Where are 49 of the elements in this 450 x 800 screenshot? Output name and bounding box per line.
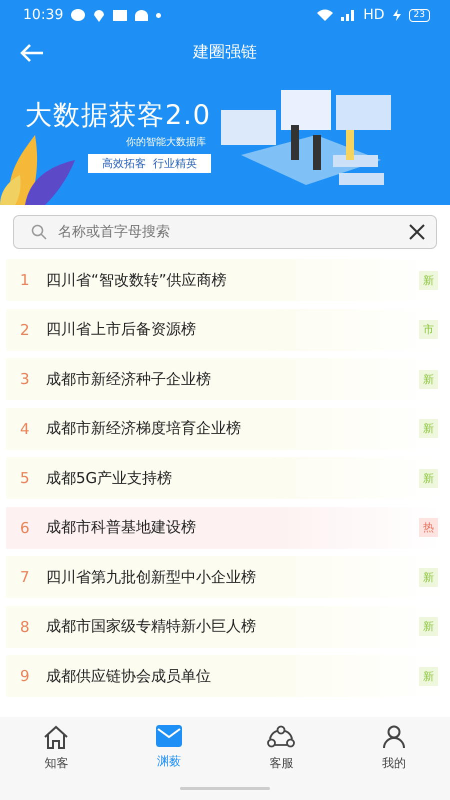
status-tag: 新 — [419, 270, 438, 290]
list-title: 成都市科普基地建设榜 — [46, 518, 197, 537]
rank-number: 2 — [20, 320, 31, 338]
tab-item[interactable]: 客服 — [225, 725, 338, 772]
list-title: 成都市国家级专精特新小巨人榜 — [46, 617, 257, 636]
tab-item[interactable]: 知客 — [0, 725, 112, 772]
list-title: 四川省“智改数转”供应商榜 — [46, 270, 228, 290]
list-title: 成都市新经济梯度培育企业榜 — [46, 419, 242, 438]
signal-icon — [341, 9, 356, 21]
charging-icon — [392, 9, 401, 21]
battery-level: 23 — [408, 8, 430, 22]
list-title: 成都市新经济种子企业榜 — [46, 370, 212, 388]
rank-number: 9 — [20, 667, 31, 685]
status-tag: 新 — [419, 617, 438, 636]
search-field[interactable]: 名称或首字母搜索 — [13, 215, 437, 249]
person-icon — [382, 725, 405, 749]
status-tag: 热 — [419, 518, 438, 537]
page-title: 建圈强链 — [193, 42, 257, 63]
mail-icon — [156, 725, 182, 747]
rank-number: 6 — [20, 518, 31, 536]
list-title: 四川省上市后备资源榜 — [46, 320, 197, 339]
search-icon — [31, 224, 47, 240]
banner-slogan: 高效拓客 行业精英 — [88, 154, 211, 173]
rank-number: 3 — [20, 370, 31, 388]
rank-number: 7 — [20, 568, 31, 586]
people-network-icon — [267, 725, 296, 749]
status-tag: 市 — [419, 320, 438, 339]
status-time: 10:39 — [23, 7, 64, 23]
wifi-icon — [317, 9, 334, 21]
banner-subtitle: 你的智能大数据库 — [126, 136, 207, 149]
status-tag: 新 — [419, 666, 438, 686]
tab-item[interactable]: 我的 — [338, 725, 450, 772]
rank-number: 1 — [20, 271, 31, 289]
banner-headline: 大数据获客2.0 — [25, 99, 211, 133]
list-title: 成都5G产业支持榜 — [46, 468, 174, 488]
list-title: 成都供应链协会成员单位 — [46, 666, 212, 686]
dot-icon — [156, 12, 162, 18]
list-title: 四川省第九批创新型中小企业榜 — [46, 568, 257, 586]
rank-number: 8 — [20, 618, 31, 636]
status-tag: 新 — [419, 370, 438, 388]
network-label: HD — [363, 7, 385, 23]
close-icon[interactable] — [409, 224, 425, 240]
rank-number: 4 — [20, 420, 31, 438]
status-tag: 新 — [419, 468, 438, 488]
status-tag: 新 — [419, 568, 438, 586]
rank-number: 5 — [20, 469, 31, 487]
back-arrow-icon[interactable] — [20, 44, 44, 62]
status-tag: 新 — [419, 419, 438, 438]
home-icon — [43, 725, 70, 749]
